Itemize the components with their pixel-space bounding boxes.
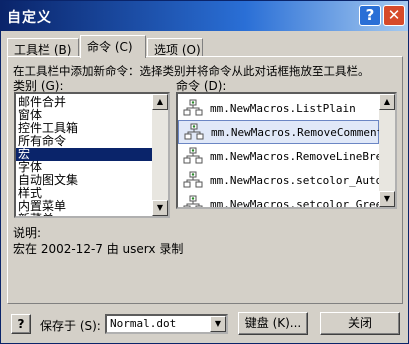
macro-icon	[182, 147, 204, 165]
command-item[interactable]: mm.NewMacros.setcolor_Auto	[178, 168, 383, 192]
categories-list[interactable]: 邮件合并窗体控件工具箱所有命令宏字体自动图文集样式内置菜单新菜单 ▲ ▼	[14, 92, 170, 218]
command-label: mm.NewMacros.setcolor_Auto	[210, 173, 383, 187]
keyboard-button[interactable]: 键盘 (K)...	[238, 312, 308, 335]
scroll-down-icon[interactable]: ▼	[152, 200, 168, 216]
command-label: mm.NewMacros.RemoveLineBreal	[210, 149, 396, 163]
description-text: 宏在 2002-12-7 由 userx 录制	[13, 242, 184, 256]
scroll-up-icon[interactable]: ▲	[152, 94, 168, 110]
command-item[interactable]: mm.NewMacros.RemoveLineBreal	[178, 144, 395, 168]
save-in-select[interactable]: Normal.dot ▼	[105, 314, 228, 334]
close-button[interactable]: 关闭	[320, 312, 400, 335]
tab-toolbars[interactable]: 工具栏 (B)	[7, 38, 79, 57]
command-item[interactable]: mm.NewMacros.ListPlain	[178, 96, 379, 120]
categories-scrollbar[interactable]: ▲ ▼	[152, 94, 168, 216]
tab-options[interactable]: 选项 (O)	[147, 38, 203, 57]
chevron-down-icon[interactable]: ▼	[210, 316, 226, 332]
category-item[interactable]: 新菜单	[16, 213, 154, 217]
scroll-down-icon[interactable]: ▼	[379, 191, 395, 207]
scroll-up-icon[interactable]: ▲	[379, 94, 395, 110]
macro-icon	[182, 171, 204, 189]
tab-commands[interactable]: 命令 (C)	[80, 35, 146, 58]
close-icon[interactable]: ✕	[383, 5, 405, 26]
macro-icon	[182, 195, 204, 207]
title-bar[interactable]: 自定义 ? ✕	[1, 1, 408, 31]
commands-scrollbar[interactable]: ▲ ▼	[379, 94, 395, 207]
category-item[interactable]: 所有命令	[16, 135, 154, 148]
save-in-value: Normal.dot	[110, 317, 177, 330]
description-label: 说明:	[13, 226, 42, 240]
help-icon[interactable]: ?	[359, 5, 381, 26]
help-button[interactable]: ?	[11, 314, 31, 334]
command-item[interactable]: mm.NewMacros.RemoveComments	[178, 120, 390, 144]
save-in-label: 保存于 (S):	[40, 319, 101, 333]
command-label: mm.NewMacros.RemoveComments	[211, 125, 390, 139]
command-label: mm.NewMacros.ListPlain	[210, 101, 356, 115]
commands-list[interactable]: mm.NewMacros.ListPlain mm.NewMacros.Remov…	[176, 92, 397, 209]
command-label: mm.NewMacros.setcolor_Green	[210, 197, 389, 209]
command-item[interactable]: mm.NewMacros.setcolor_Green	[178, 192, 389, 207]
commands-panel: 在工具栏中添加新命令：选择类别并将命令从此对话框拖放至工具栏。 类别 (G): …	[7, 56, 403, 304]
macro-icon	[182, 99, 204, 117]
window-title: 自定义	[7, 10, 52, 26]
macro-icon	[183, 123, 205, 141]
customize-dialog: 自定义 ? ✕ 工具栏 (B) 命令 (C) 选项 (O) 在工具栏中添加新命令…	[0, 0, 409, 344]
